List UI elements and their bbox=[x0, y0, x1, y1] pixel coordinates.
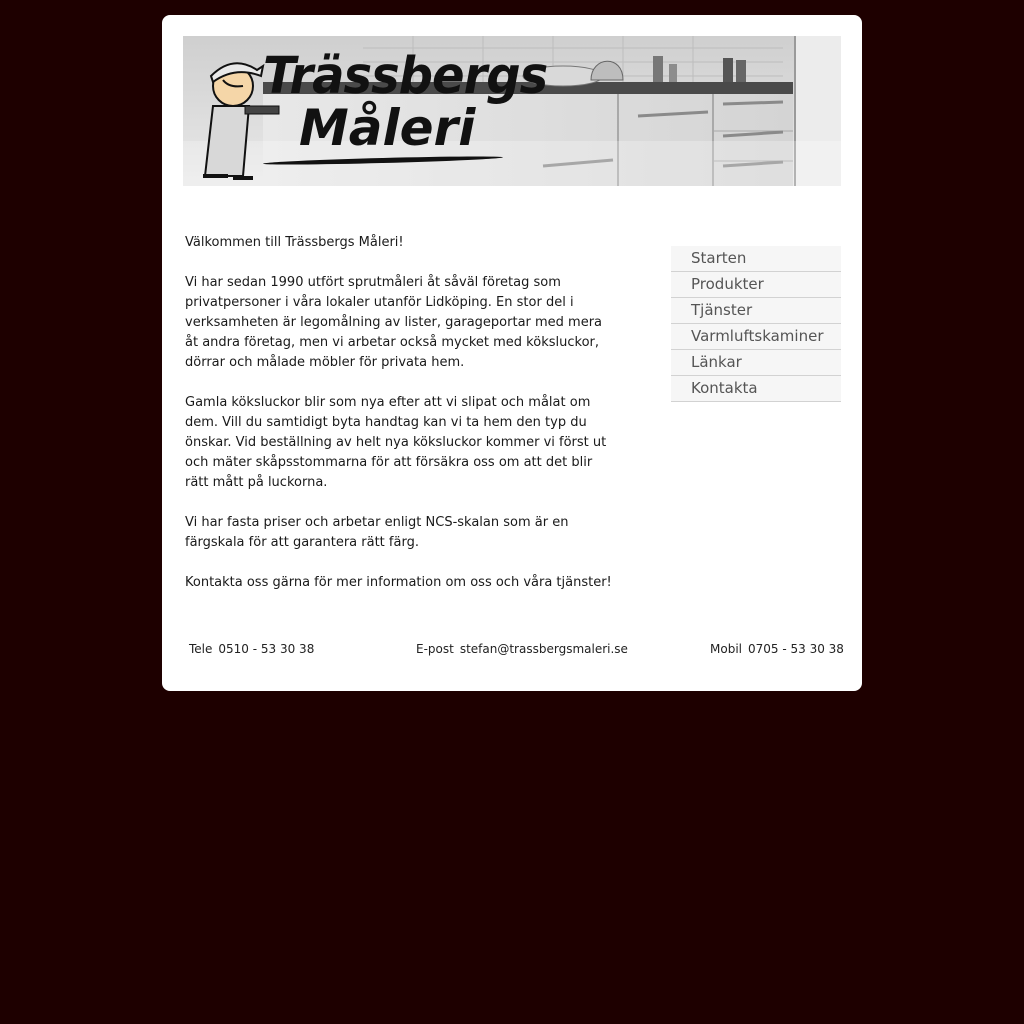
mobile-label: Mobil bbox=[710, 642, 742, 656]
nav-item-starten[interactable]: Starten bbox=[671, 246, 841, 272]
mobile-number: 0705 - 53 30 38 bbox=[747, 642, 844, 656]
content-paragraph: Vi har sedan 1990 utfört sprutmåleri åt … bbox=[185, 275, 603, 370]
main-content: Välkommen till Trässbergs Måleri! Vi har… bbox=[185, 233, 615, 613]
content-paragraph: Gamla köksluckor blir som nya efter att … bbox=[185, 395, 607, 490]
footer-phone: Tele 0510 - 53 30 38 bbox=[189, 641, 314, 657]
nav-item-produkter[interactable]: Produkter bbox=[671, 272, 841, 298]
header-banner: Trässbergs Måleri bbox=[183, 36, 841, 186]
nav-item-kontakta[interactable]: Kontakta bbox=[671, 376, 841, 402]
footer-email: E-post stefan@trassbergsmaleri.se bbox=[416, 641, 628, 657]
nav-item-tjanster[interactable]: Tjänster bbox=[671, 298, 841, 324]
footer-mobile: Mobil 0705 - 53 30 38 bbox=[710, 641, 844, 657]
brand-logo[interactable]: Trässbergs Måleri bbox=[262, 46, 563, 167]
content-paragraph: Vi har fasta priser och arbetar enligt N… bbox=[185, 515, 569, 550]
email-label: E-post bbox=[416, 642, 454, 656]
email-link[interactable]: stefan@trassbergsmaleri.se bbox=[460, 642, 628, 656]
phone-number: 0510 - 53 30 38 bbox=[218, 642, 315, 656]
brand-name-line2: Måleri bbox=[299, 99, 476, 157]
nav-item-varmluftskaminer[interactable]: Varmluftskaminer bbox=[671, 324, 841, 350]
phone-label: Tele bbox=[189, 642, 213, 656]
brand-name-line1: Trässbergs bbox=[263, 46, 548, 106]
content-paragraph: Kontakta oss gärna för mer information o… bbox=[185, 575, 612, 590]
nav-item-lankar[interactable]: Länkar bbox=[671, 350, 841, 376]
welcome-heading: Välkommen till Trässbergs Måleri! bbox=[185, 235, 404, 250]
page-card: Trässbergs Måleri Välkommen till Trässbe… bbox=[162, 15, 862, 691]
side-navigation: Starten Produkter Tjänster Varmluftskami… bbox=[671, 246, 841, 402]
